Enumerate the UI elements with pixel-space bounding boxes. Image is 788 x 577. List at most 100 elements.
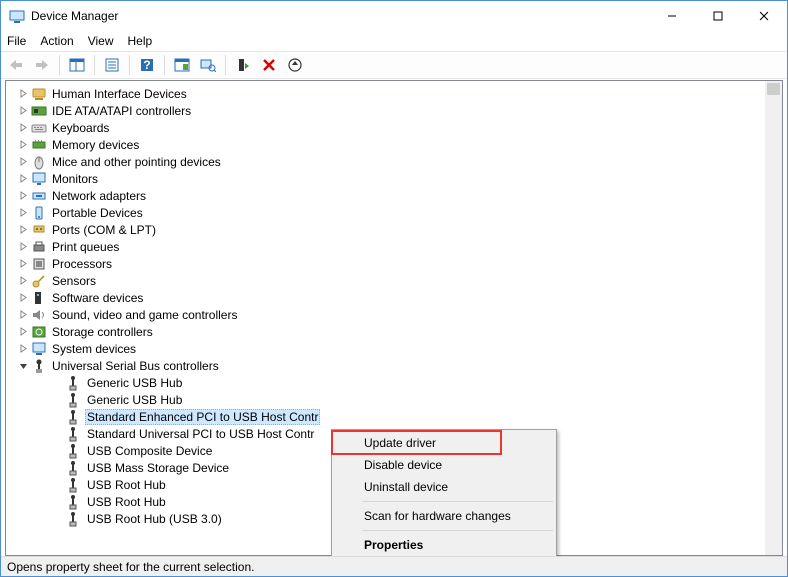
usb-device-icon — [65, 460, 81, 476]
expand-icon[interactable] — [16, 89, 30, 98]
menu-view[interactable]: View — [88, 34, 114, 48]
show-hide-tree-button[interactable] — [66, 54, 88, 76]
maximize-button[interactable] — [695, 1, 741, 31]
usb-device-icon — [65, 392, 81, 408]
device-icon — [31, 154, 47, 170]
tree-label: Generic USB Hub — [85, 393, 184, 407]
tree-label: USB Root Hub (USB 3.0) — [85, 512, 224, 526]
cm-properties[interactable]: Properties — [334, 534, 554, 556]
cm-separator — [362, 530, 553, 531]
menu-action[interactable]: Action — [40, 34, 73, 48]
expand-icon[interactable] — [16, 327, 30, 336]
usb-icon — [31, 358, 47, 374]
tree-label: Standard Universal PCI to USB Host Contr — [85, 427, 316, 441]
expand-icon[interactable] — [16, 140, 30, 149]
expand-icon[interactable] — [16, 293, 30, 302]
tree-node[interactable]: IDE ATA/ATAPI controllers — [6, 102, 782, 119]
close-button[interactable] — [741, 1, 787, 31]
expand-icon[interactable] — [16, 123, 30, 132]
expand-icon[interactable] — [16, 157, 30, 166]
tree-node[interactable]: Mice and other pointing devices — [6, 153, 782, 170]
tree-node[interactable]: Storage controllers — [6, 323, 782, 340]
tree-node[interactable]: Keyboards — [6, 119, 782, 136]
usb-device-icon — [65, 511, 81, 527]
expand-icon[interactable] — [16, 106, 30, 115]
device-icon — [31, 239, 47, 255]
tree-node[interactable]: Processors — [6, 255, 782, 272]
tree-label: Human Interface Devices — [50, 87, 189, 101]
expand-icon[interactable] — [16, 242, 30, 251]
tree-node[interactable]: Print queues — [6, 238, 782, 255]
help-button[interactable]: ? — [136, 54, 158, 76]
expand-icon[interactable] — [16, 259, 30, 268]
app-icon — [9, 8, 25, 24]
expand-icon[interactable] — [16, 225, 30, 234]
tree-label: Portable Devices — [50, 206, 145, 220]
expand-icon[interactable] — [16, 174, 30, 183]
uninstall-device-button[interactable] — [258, 54, 280, 76]
device-icon — [31, 171, 47, 187]
device-icon — [31, 307, 47, 323]
tree-label: Sensors — [50, 274, 98, 288]
device-icon — [31, 188, 47, 204]
context-menu: Update driver Disable device Uninstall d… — [331, 429, 557, 559]
cm-update-driver[interactable]: Update driver — [334, 432, 554, 454]
tree-node[interactable]: Portable Devices — [6, 204, 782, 221]
tree-node[interactable]: Monitors — [6, 170, 782, 187]
tree-child[interactable]: Generic USB Hub — [6, 374, 782, 391]
tree-label: Software devices — [50, 291, 145, 305]
update-driver-button[interactable] — [284, 54, 306, 76]
enable-device-button[interactable] — [232, 54, 254, 76]
expand-icon[interactable] — [16, 191, 30, 200]
minimize-button[interactable] — [649, 1, 695, 31]
tree-label: Universal Serial Bus controllers — [50, 359, 221, 373]
device-icon — [31, 256, 47, 272]
expand-icon[interactable] — [16, 310, 30, 319]
tree-label: USB Root Hub — [85, 495, 168, 509]
tree-node[interactable]: System devices — [6, 340, 782, 357]
menu-file[interactable]: File — [7, 34, 26, 48]
menu-help[interactable]: Help — [128, 34, 153, 48]
tree-label: Network adapters — [50, 189, 148, 203]
usb-device-icon — [65, 494, 81, 510]
tree-node[interactable]: Ports (COM & LPT) — [6, 221, 782, 238]
device-icon — [31, 137, 47, 153]
titlebar: Device Manager — [1, 1, 787, 31]
forward-button[interactable] — [31, 54, 53, 76]
cm-disable-device[interactable]: Disable device — [334, 454, 554, 476]
cm-uninstall-device[interactable]: Uninstall device — [334, 476, 554, 498]
tree-label: USB Composite Device — [85, 444, 214, 458]
tree-label: Sound, video and game controllers — [50, 308, 239, 322]
tree-label: Mice and other pointing devices — [50, 155, 223, 169]
properties-button[interactable] — [101, 54, 123, 76]
tree-child[interactable]: Standard Enhanced PCI to USB Host Contr — [6, 408, 782, 425]
tree-node[interactable]: Software devices — [6, 289, 782, 306]
tree-child[interactable]: Generic USB Hub — [6, 391, 782, 408]
device-icon — [31, 205, 47, 221]
svg-text:?: ? — [143, 58, 150, 72]
tree-node-usb[interactable]: Universal Serial Bus controllers — [6, 357, 782, 374]
back-button[interactable] — [5, 54, 27, 76]
tree-label: Generic USB Hub — [85, 376, 184, 390]
tree-label: Standard Enhanced PCI to USB Host Contr — [85, 409, 320, 425]
device-icon — [31, 222, 47, 238]
tree-label: IDE ATA/ATAPI controllers — [50, 104, 193, 118]
tree-label: Memory devices — [50, 138, 141, 152]
expand-icon[interactable] — [16, 344, 30, 353]
scan-hardware-button[interactable] — [197, 54, 219, 76]
action-button[interactable] — [171, 54, 193, 76]
device-icon — [31, 120, 47, 136]
usb-device-icon — [65, 443, 81, 459]
scrollbar[interactable] — [765, 81, 782, 555]
tree-node[interactable]: Network adapters — [6, 187, 782, 204]
tree-node[interactable]: Human Interface Devices — [6, 85, 782, 102]
expand-icon[interactable] — [16, 208, 30, 217]
cm-scan-hardware[interactable]: Scan for hardware changes — [334, 505, 554, 527]
tree-node[interactable]: Sound, video and game controllers — [6, 306, 782, 323]
collapse-icon[interactable] — [16, 361, 30, 370]
expand-icon[interactable] — [16, 276, 30, 285]
menubar: File Action View Help — [1, 31, 787, 51]
tree-node[interactable]: Memory devices — [6, 136, 782, 153]
tree-node[interactable]: Sensors — [6, 272, 782, 289]
status-text: Opens property sheet for the current sel… — [7, 560, 254, 574]
